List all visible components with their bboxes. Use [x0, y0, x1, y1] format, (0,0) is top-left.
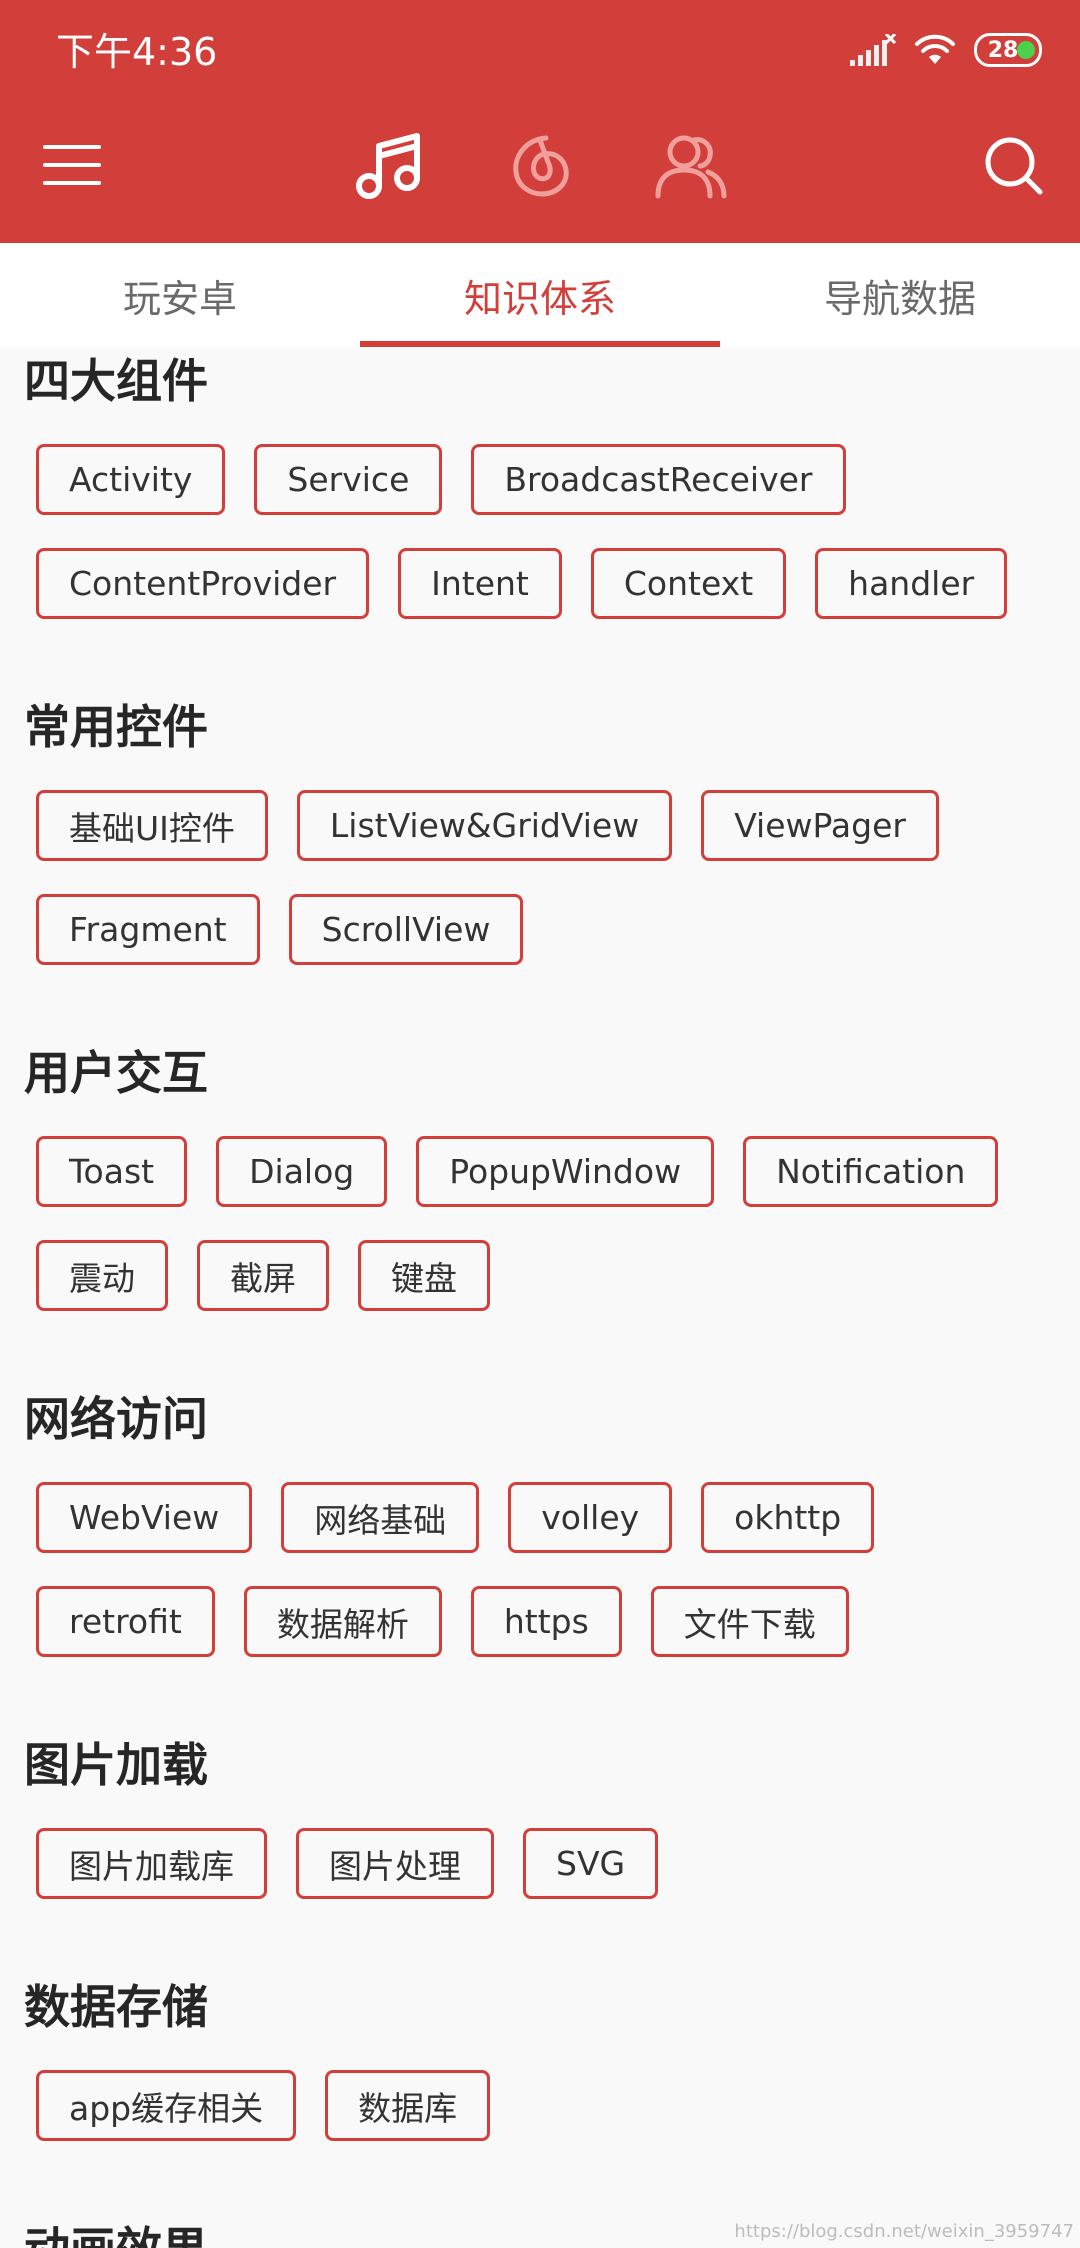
- chip-https[interactable]: https: [470, 1586, 622, 1657]
- section-title: 网络访问: [24, 1392, 208, 1446]
- chip-keyboard[interactable]: 键盘: [358, 1240, 490, 1311]
- signal-icon: [850, 34, 896, 66]
- chip-group: WebView 网络基础 volley okhttp retrofit 数据解析…: [36, 1449, 1056, 1657]
- section-image-loading: 图片加载 图片加载库 图片处理 SVG: [0, 1735, 1080, 1899]
- chip-listview-gridview[interactable]: ListView&GridView: [296, 790, 673, 861]
- chip-broadcastreceiver[interactable]: BroadcastReceiver: [471, 444, 846, 515]
- chip-contentprovider[interactable]: ContentProvider: [36, 548, 370, 619]
- chip-group: 图片加载库 图片处理 SVG: [36, 1795, 1056, 1899]
- tab-wan-android[interactable]: 玩安卓: [0, 243, 360, 347]
- chip-volley[interactable]: volley: [508, 1482, 673, 1553]
- menu-icon[interactable]: [43, 143, 101, 187]
- chip-fragment[interactable]: Fragment: [36, 894, 260, 965]
- chip-handler[interactable]: handler: [815, 548, 1008, 619]
- section-title: 用户交互: [24, 1046, 208, 1100]
- battery-level: 28: [987, 37, 1019, 63]
- battery-charge-dot: [1017, 41, 1035, 59]
- chip-screenshot[interactable]: 截屏: [197, 1240, 329, 1311]
- chip-notification[interactable]: Notification: [743, 1136, 999, 1207]
- section-title: 四大组件: [24, 354, 208, 408]
- tab-bar: 玩安卓 知识体系 导航数据: [0, 243, 1080, 347]
- section-four-components: 四大组件 Activity Service BroadcastReceiver …: [0, 351, 1080, 619]
- friends-icon[interactable]: [654, 132, 728, 200]
- music-note-icon[interactable]: [355, 132, 425, 200]
- chip-intent[interactable]: Intent: [398, 548, 562, 619]
- app-header: 下午4:36 28: [0, 0, 1080, 243]
- chip-file-download[interactable]: 文件下载: [650, 1586, 849, 1657]
- chip-webview[interactable]: WebView: [36, 1482, 253, 1553]
- chip-group: Toast Dialog PopupWindow Notification 震动…: [36, 1103, 1056, 1311]
- chip-app-cache[interactable]: app缓存相关: [36, 2070, 297, 2141]
- chip-image-processing[interactable]: 图片处理: [296, 1828, 494, 1899]
- chip-scrollview[interactable]: ScrollView: [288, 894, 524, 965]
- section-user-interaction: 用户交互 Toast Dialog PopupWindow Notificati…: [0, 1043, 1080, 1311]
- watermark: https://blog.csdn.net/weixin_3959747: [734, 2221, 1074, 2242]
- chip-toast[interactable]: Toast: [36, 1136, 188, 1207]
- section-network-access: 网络访问 WebView 网络基础 volley okhttp retrofit…: [0, 1389, 1080, 1657]
- chip-network-basics[interactable]: 网络基础: [281, 1482, 480, 1553]
- chip-okhttp[interactable]: okhttp: [701, 1482, 875, 1553]
- netease-swirl-icon[interactable]: [510, 132, 572, 198]
- chip-context[interactable]: Context: [590, 548, 787, 619]
- status-icons: 28: [850, 30, 1042, 70]
- tab-label: 导航数据: [823, 276, 976, 321]
- chip-vibration[interactable]: 震动: [36, 1240, 168, 1311]
- tab-label: 知识体系: [463, 276, 616, 321]
- chip-popupwindow[interactable]: PopupWindow: [416, 1136, 715, 1207]
- chip-svg[interactable]: SVG: [523, 1828, 659, 1899]
- section-common-widgets: 常用控件 基础UI控件 ListView&GridView ViewPager …: [0, 697, 1080, 965]
- section-data-storage: 数据存储 app缓存相关 数据库: [0, 1977, 1080, 2141]
- chip-viewpager[interactable]: ViewPager: [701, 790, 939, 861]
- chip-group: Activity Service BroadcastReceiver Conte…: [36, 411, 1056, 619]
- battery-indicator: 28: [974, 33, 1042, 67]
- tab-label: 玩安卓: [122, 276, 237, 321]
- section-title: 图片加载: [24, 1738, 208, 1792]
- chip-database[interactable]: 数据库: [325, 2070, 491, 2141]
- app-root: 下午4:36 28 玩安卓 知识体系 导航数据 四大组件 Activity Se…: [0, 0, 1080, 2248]
- chip-group: 基础UI控件 ListView&GridView ViewPager Fragm…: [36, 757, 1056, 965]
- chip-group: app缓存相关 数据库: [36, 2037, 1056, 2141]
- wifi-icon: [915, 34, 955, 64]
- section-title: 数据存储: [24, 1980, 208, 2034]
- chip-service[interactable]: Service: [254, 444, 443, 515]
- knowledge-list[interactable]: 四大组件 Activity Service BroadcastReceiver …: [0, 347, 1080, 2248]
- tab-navigation-data[interactable]: 导航数据: [720, 243, 1080, 347]
- chip-data-parsing[interactable]: 数据解析: [243, 1586, 442, 1657]
- status-time: 下午4:36: [56, 30, 218, 74]
- chip-image-loading-library[interactable]: 图片加载库: [36, 1828, 267, 1899]
- chip-basic-ui-widgets[interactable]: 基础UI控件: [36, 790, 268, 861]
- chip-activity[interactable]: Activity: [36, 444, 226, 515]
- chip-retrofit[interactable]: retrofit: [36, 1586, 215, 1657]
- section-title: 常用控件: [24, 700, 208, 754]
- tab-knowledge-system[interactable]: 知识体系: [360, 243, 720, 347]
- chip-dialog[interactable]: Dialog: [216, 1136, 388, 1207]
- search-icon[interactable]: [984, 136, 1044, 196]
